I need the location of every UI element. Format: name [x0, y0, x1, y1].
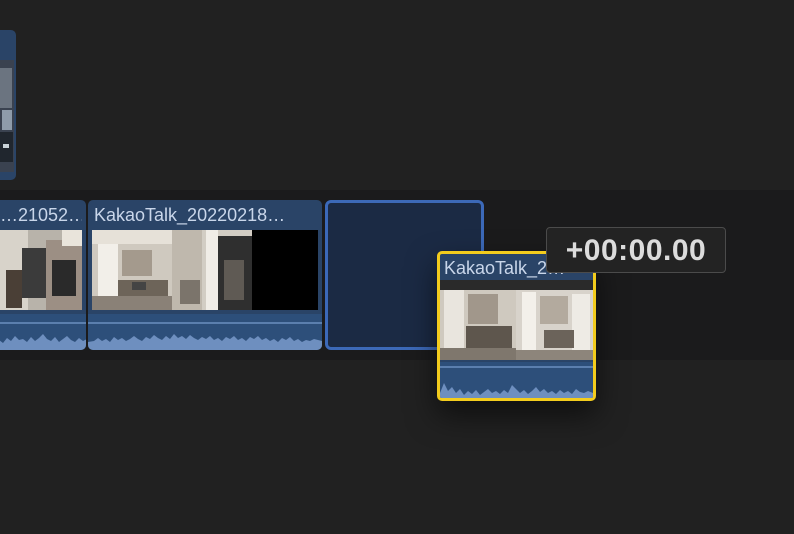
audio-waveform: [440, 362, 593, 398]
clip-title: …21052…: [0, 205, 82, 225]
clip-thumbnail: [0, 60, 14, 172]
clip-thumbnail: [516, 280, 593, 360]
clip-title: KakaoTalk_20220218…: [94, 205, 286, 225]
clip-thumbnail: [92, 230, 172, 310]
drag-timecode-readout: +00:00.00: [546, 227, 726, 273]
timeline-clip[interactable]: KakaoTalk_20220218…: [88, 200, 322, 350]
audio-waveform: [88, 314, 322, 350]
clip-thumbnails: [0, 230, 82, 310]
clip-thumbnail: [252, 230, 318, 310]
connected-clip[interactable]: [0, 30, 16, 180]
clip-thumbnail: [0, 230, 82, 310]
clip-thumbnail: [172, 230, 252, 310]
timeline: …21052… KakaoTalk_20220218… KakaoTalk_2……: [0, 0, 794, 534]
timeline-clip[interactable]: …21052…: [0, 200, 86, 350]
clip-thumbnails: [92, 230, 318, 310]
clip-thumbnails: [440, 280, 593, 360]
clip-thumbnail: [440, 280, 516, 360]
audio-waveform: [0, 314, 86, 350]
